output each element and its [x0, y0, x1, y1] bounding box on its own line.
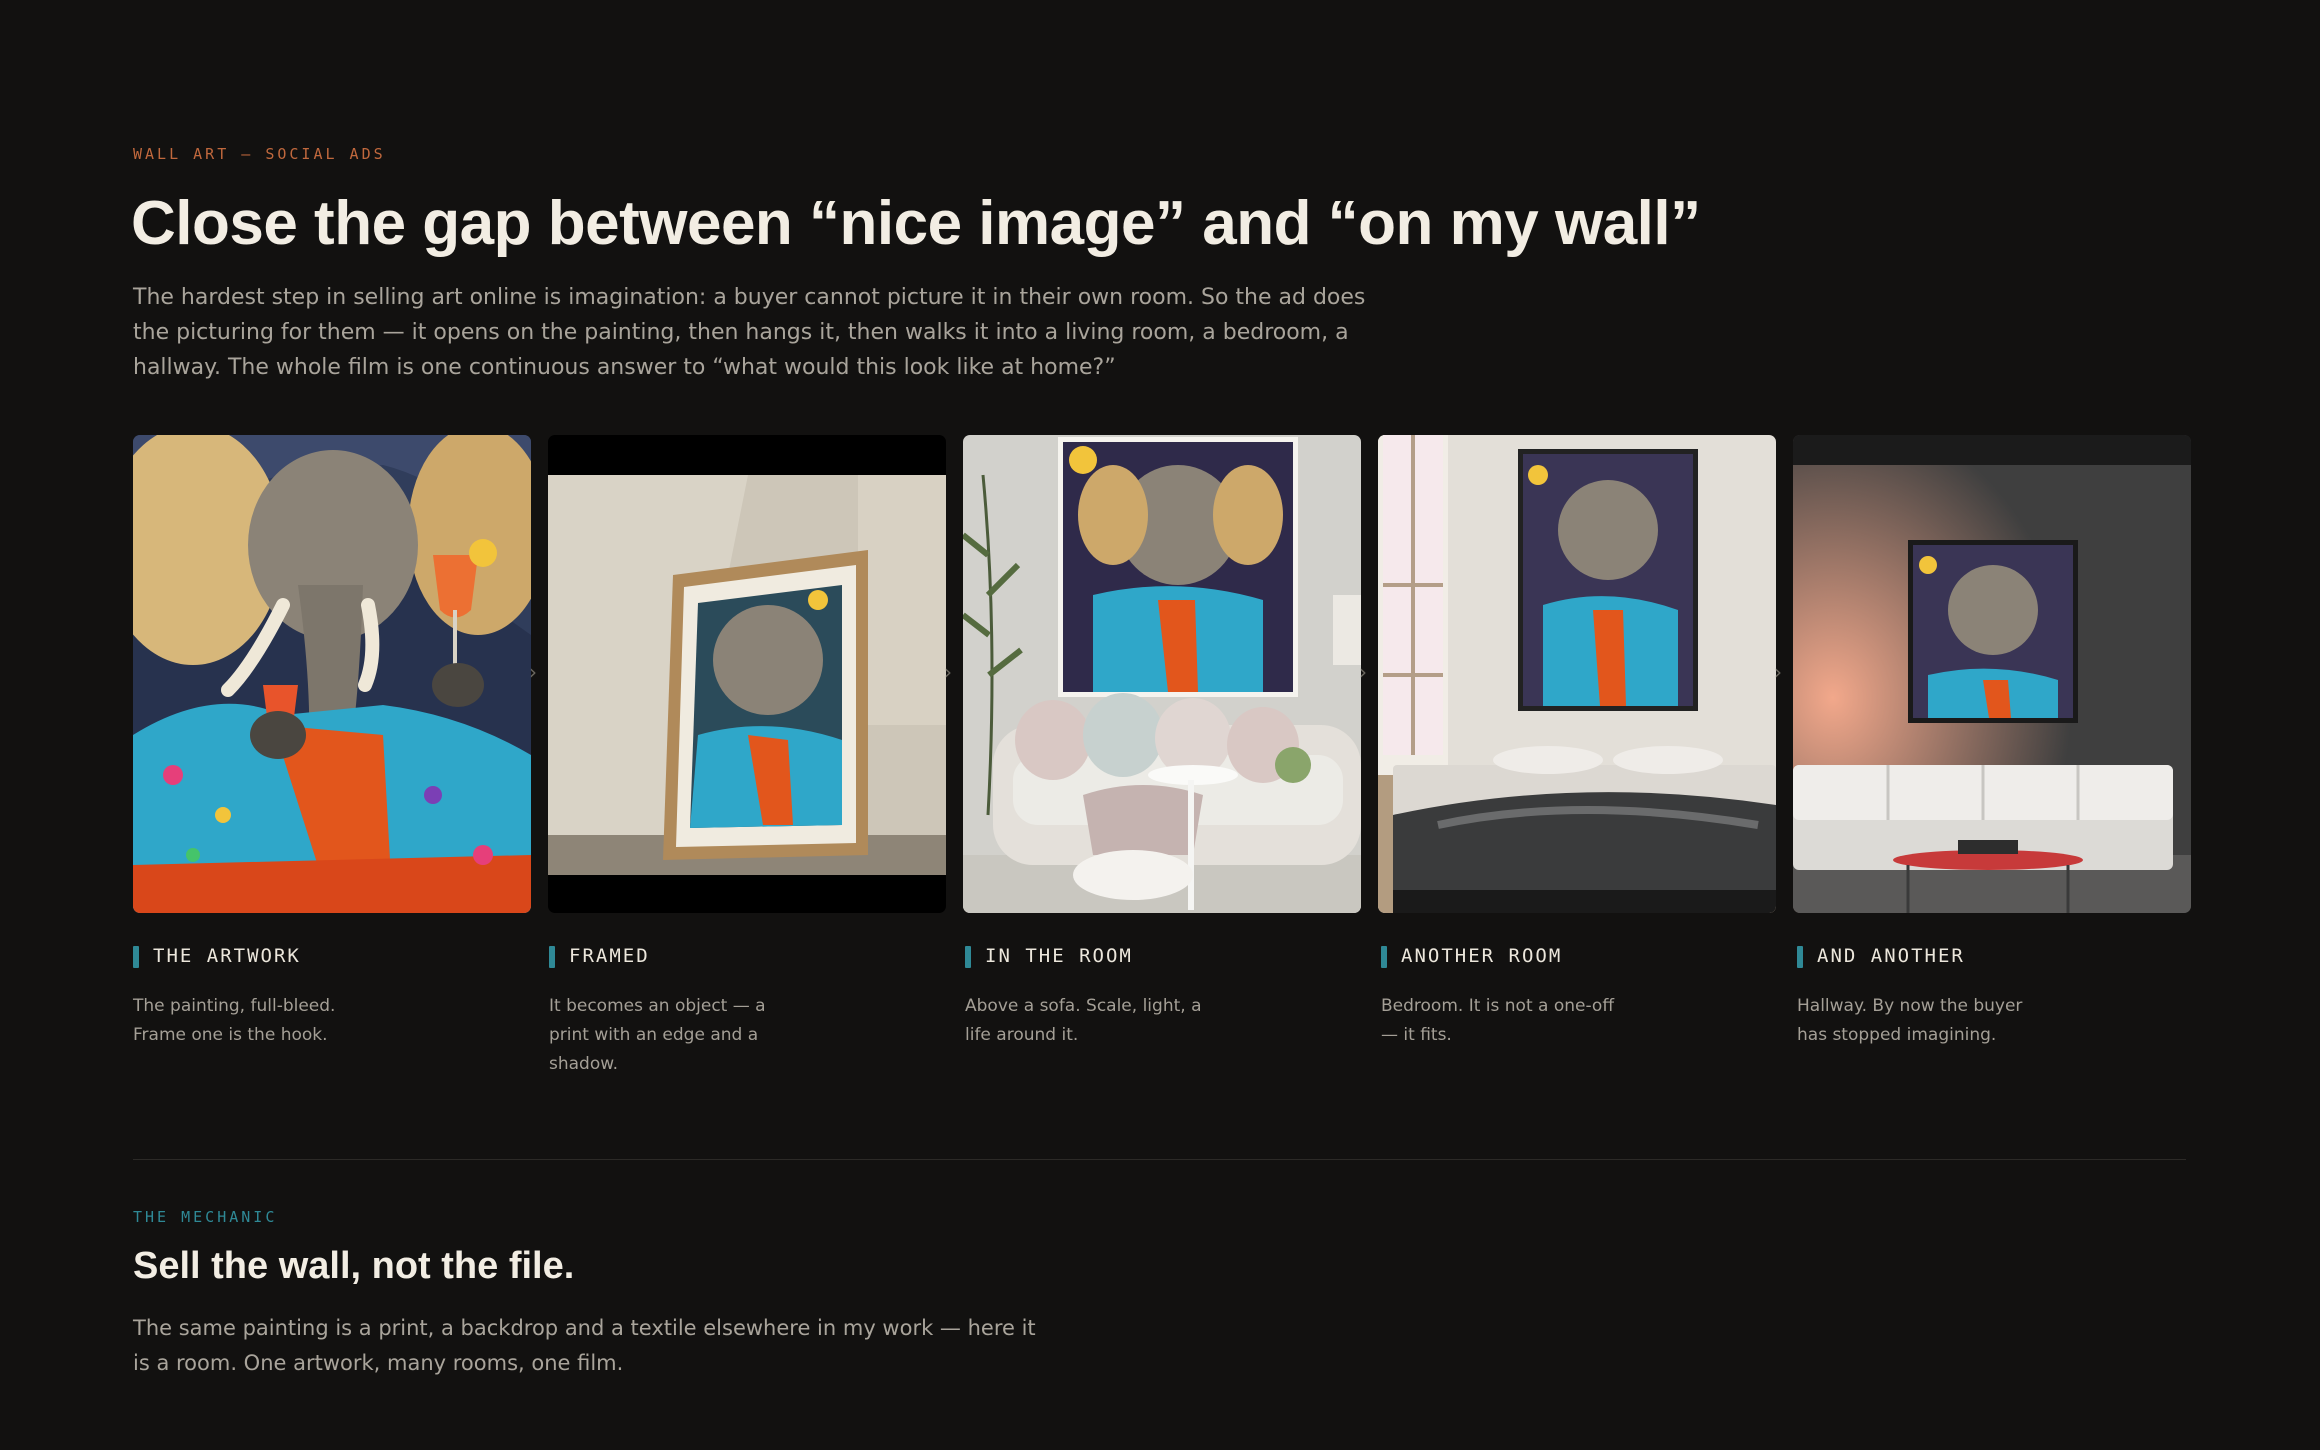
frame-title-and-another: AND ANOTHER	[1817, 945, 1965, 967]
frame-in-the-room-image	[963, 435, 1361, 913]
caption-accent-bar	[549, 946, 555, 968]
frame-title-framed: FRAMED	[569, 945, 650, 967]
frame-another-room-image	[1378, 435, 1776, 913]
page: WALL ART – SOCIAL ADS Close the gap betw…	[0, 0, 2320, 1450]
frame-desc-another-room: Bedroom. It is not a one-off — it fits.	[1381, 996, 1615, 1045]
next-arrow-icon: ›	[1774, 660, 1782, 684]
frame-title-artwork: THE ARTWORK	[153, 945, 301, 967]
caption-accent-bar	[965, 946, 971, 968]
frame-title-another-room: ANOTHER ROOM	[1401, 945, 1563, 967]
frame-artwork-image	[133, 435, 531, 913]
frame-desc-framed: It becomes an object — a print with an e…	[549, 996, 766, 1074]
section-divider	[133, 1159, 2186, 1160]
frame-desc-artwork: The painting, full-bleed. Frame one is t…	[133, 996, 336, 1045]
caption-accent-bar	[1797, 946, 1803, 968]
mechanic-body: The same painting is a print, a backdrop…	[133, 1316, 1036, 1375]
storyboard-strip: › › › ›	[133, 435, 2196, 913]
frame-framed-image	[548, 435, 946, 913]
next-arrow-icon: ›	[1359, 660, 1367, 684]
hero-lead: The hardest step in selling art online i…	[133, 285, 1366, 380]
hero-title: Close the gap between “nice image” and “…	[131, 189, 1701, 258]
frame-and-another-image	[1793, 435, 2191, 913]
caption-accent-bar	[133, 946, 139, 968]
mechanic-title: Sell the wall, not the file.	[133, 1245, 575, 1287]
frame-desc-in-the-room: Above a sofa. Scale, light, a life aroun…	[965, 996, 1202, 1045]
hero-eyebrow: WALL ART – SOCIAL ADS	[133, 145, 386, 163]
mechanic-eyebrow: THE MECHANIC	[133, 1208, 278, 1226]
frame-title-in-the-room: IN THE ROOM	[985, 945, 1133, 967]
frame-desc-and-another: Hallway. By now the buyer has stopped im…	[1797, 996, 2023, 1045]
next-arrow-icon: ›	[529, 660, 537, 684]
caption-accent-bar	[1381, 946, 1387, 968]
next-arrow-icon: ›	[944, 660, 952, 684]
